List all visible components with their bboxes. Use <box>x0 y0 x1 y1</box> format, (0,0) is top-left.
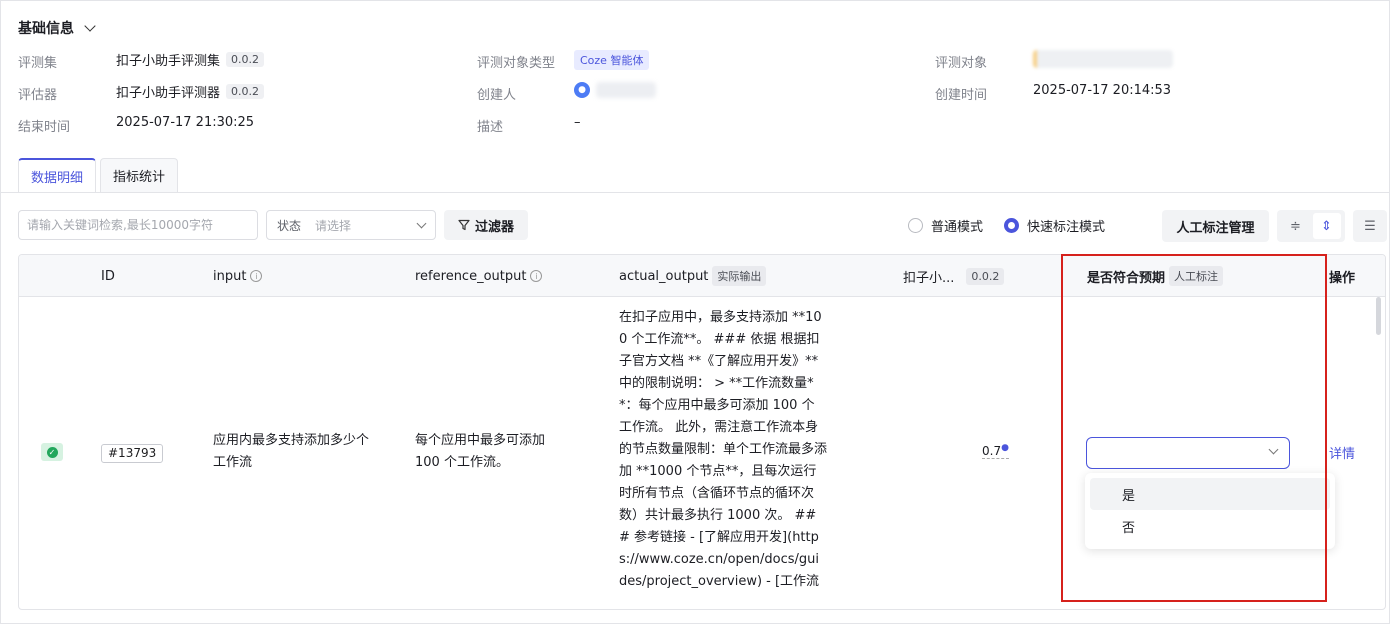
th-expected-tag: 人工标注 <box>1169 266 1224 286</box>
cell-input: 应用内最多支持添加多少个工作流 <box>213 433 370 470</box>
collapse-rows-icon[interactable]: ≑ <box>1282 213 1310 239</box>
tab-bar: 数据明细 指标统计 <box>18 158 179 192</box>
tabs-divider <box>0 192 1390 193</box>
status-placeholder: 请选择 <box>315 218 352 233</box>
th-input-label: input <box>213 268 247 284</box>
th-action: 操作 <box>1329 270 1356 286</box>
description-value: – <box>574 115 581 130</box>
section-title: 基础信息 <box>18 21 74 37</box>
value-creator: ● <box>574 82 656 98</box>
column-settings-icon[interactable]: ☰ <box>1353 210 1387 242</box>
mode-normal-label: 普通模式 <box>931 220 984 235</box>
create-time-value: 2025-07-17 20:14:53 <box>1033 83 1172 98</box>
expected-select[interactable] <box>1086 437 1290 469</box>
th-expected: 是否符合预期 人工标注 <box>1087 255 1224 297</box>
th-reference-output-label: reference_output <box>415 268 527 284</box>
evaluator-version: 0.0.2 <box>226 84 265 99</box>
cell-reference-output: 每个应用中最多可添加 100 个工作流。 <box>415 433 546 470</box>
end-time-value: 2025-07-17 21:30:25 <box>116 115 255 130</box>
status-label: 状态 <box>277 218 302 233</box>
option-no[interactable]: 否 <box>1090 510 1330 542</box>
label-create-time: 创建时间 <box>935 88 988 103</box>
status-select[interactable]: 状态 请选择 <box>266 210 436 240</box>
tab-metric-stats[interactable]: 指标统计 <box>100 158 179 192</box>
row-density-toggle: ≑ ⇕ <box>1277 210 1345 242</box>
th-evaluator-tag: 0.0.2 <box>966 267 1005 285</box>
data-table: ID input i reference_output i actual_out… <box>18 254 1386 610</box>
status-success-icon: ✓ <box>41 443 63 461</box>
label-eval-set: 评测集 <box>18 56 58 71</box>
th-evaluator-label: 扣子小... <box>903 270 955 286</box>
chevron-down-icon <box>1268 444 1279 455</box>
expand-rows-icon[interactable]: ⇕ <box>1312 213 1341 239</box>
row-id[interactable]: #13793 <box>101 444 164 463</box>
label-target: 评测对象 <box>935 56 988 71</box>
cell-actual-output: 在扣子应用中，最多支持添加 **100 个工作流**。 ### 依据 根据扣子官… <box>619 310 827 589</box>
option-yes[interactable]: 是 <box>1090 478 1330 510</box>
th-input: input i <box>213 255 263 297</box>
th-actual-output-label: actual_output <box>619 268 709 284</box>
evaluator-name: 扣子小助手评测器 <box>116 86 221 101</box>
table-header: ID input i reference_output i actual_out… <box>19 255 1385 297</box>
annotation-manage-button[interactable]: 人工标注管理 <box>1162 210 1269 242</box>
radio-unchecked-icon <box>908 218 923 233</box>
th-actual-output: actual_output 实际输出 <box>619 255 767 297</box>
th-expected-label: 是否符合预期 <box>1087 270 1166 286</box>
detail-link[interactable]: 详情 <box>1329 443 1355 462</box>
label-target-type: 评测对象类型 <box>477 56 556 71</box>
tab-data-detail[interactable]: 数据明细 <box>18 158 97 192</box>
expected-dropdown: 是 否 <box>1085 473 1335 549</box>
info-icon[interactable]: i <box>250 270 263 282</box>
score-value: 0.7 <box>982 444 1002 458</box>
th-reference-output: reference_output i <box>415 255 543 297</box>
th-id: ID <box>101 268 115 284</box>
th-actual-output-tag: 实际输出 <box>712 266 767 286</box>
search-input[interactable] <box>18 210 258 240</box>
filter-icon <box>458 219 470 231</box>
value-eval-set: 扣子小助手评测集 0.0.2 <box>116 50 265 69</box>
value-evaluator: 扣子小助手评测器 0.0.2 <box>116 82 265 101</box>
chevron-down-icon <box>84 20 96 32</box>
user-avatar-icon: ● <box>574 82 590 98</box>
eval-set-version: 0.0.2 <box>226 52 265 67</box>
target-name-redacted <box>1033 50 1173 68</box>
value-target-type: Coze 智能体 <box>574 50 650 70</box>
chevron-down-icon <box>416 218 427 228</box>
value-target <box>1033 50 1173 68</box>
creator-name-redacted <box>596 82 656 98</box>
radio-checked-icon <box>1004 218 1019 233</box>
mode-fast-radio[interactable]: 快速标注模式 <box>1004 216 1105 235</box>
eval-set-name: 扣子小助手评测集 <box>116 54 221 69</box>
th-evaluator: 扣子小... 0.0.2 <box>903 255 1005 297</box>
filter-label: 过滤器 <box>474 219 514 235</box>
cell-evaluator-score[interactable]: 0.7● <box>982 443 1009 459</box>
target-type-tag: Coze 智能体 <box>574 50 650 70</box>
mode-fast-label: 快速标注模式 <box>1027 220 1106 235</box>
label-creator: 创建人 <box>477 88 517 103</box>
info-icon[interactable]: i <box>530 270 543 282</box>
filter-button[interactable]: 过滤器 <box>444 210 528 240</box>
label-description: 描述 <box>477 120 504 135</box>
mode-normal-radio[interactable]: 普通模式 <box>908 216 983 235</box>
label-evaluator: 评估器 <box>18 88 58 103</box>
basic-info-toggle[interactable]: 基础信息 <box>18 18 96 38</box>
vertical-scrollbar[interactable] <box>1376 297 1381 335</box>
label-end-time: 结束时间 <box>18 120 71 135</box>
